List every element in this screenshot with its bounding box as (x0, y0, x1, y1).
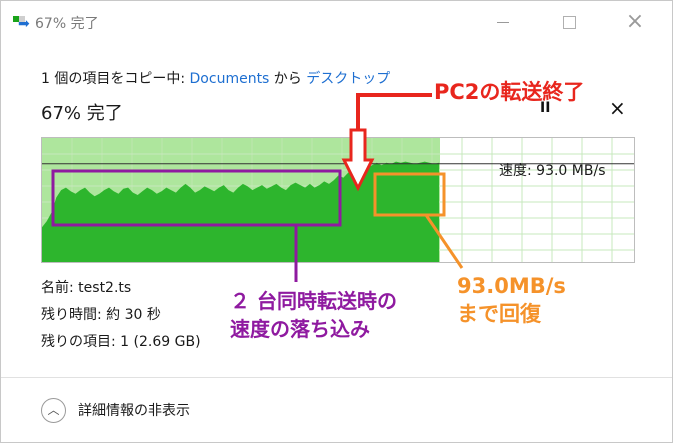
time-remaining-label: 残り時間: (41, 307, 107, 323)
items-remaining-label: 残りの項目: (41, 334, 121, 350)
file-name-label: 名前: (41, 280, 79, 296)
copy-description: 1 個の項目をコピー中: Documents から デスクトップ (41, 68, 390, 88)
minimize-button[interactable] (480, 5, 526, 39)
minimize-icon (497, 22, 509, 23)
title-bar[interactable]: ➡ 67% 完了 × (1, 1, 672, 43)
items-remaining-row: 残りの項目: 1 (2.69 GB) (41, 331, 201, 351)
destination-folder-link[interactable]: デスクトップ (306, 71, 390, 87)
window-title: 67% 完了 (35, 16, 99, 32)
maximize-button[interactable] (546, 5, 592, 39)
chevron-up-icon[interactable]: ︿ (41, 398, 66, 423)
speed-label: 速度: 93.0 MB/s (499, 163, 606, 179)
annotation-recovery-line1: 93.0MB/s (457, 274, 566, 298)
time-remaining-value: 約 30 秒 (106, 307, 161, 323)
speed-chart (41, 137, 635, 263)
source-folder-link[interactable]: Documents (190, 71, 270, 87)
annotation-slowdown-line1: ２ 台同時転送時の (230, 289, 397, 313)
annotation-recovery-line2: まで回復 (457, 302, 541, 326)
annotation-pc2-end: PC2の転送終了 (434, 80, 585, 104)
copy-progress-window: ➡ 67% 完了 × 1 個の項目をコピー中: Documents から デスク… (0, 0, 673, 443)
toggle-details-link[interactable]: 詳細情報の非表示 (78, 400, 190, 420)
copy-prefix: 1 個の項目をコピー中: (41, 71, 190, 87)
annotation-slowdown: ２ 台同時転送時の 速度の落ち込み (230, 287, 397, 343)
file-copy-icon: ➡ (13, 14, 31, 31)
items-remaining-value: 1 (2.69 GB) (120, 334, 201, 350)
progress-percent: 67% 完了 (41, 103, 123, 124)
file-name-value: test2.ts (78, 280, 132, 296)
annotation-slowdown-line2: 速度の落ち込み (230, 317, 370, 341)
cancel-button[interactable]: × (609, 96, 626, 120)
time-remaining-row: 残り時間: 約 30 秒 (41, 304, 161, 324)
annotation-recovery: 93.0MB/s まで回復 (457, 272, 566, 328)
copy-mid: から (269, 71, 307, 87)
close-button[interactable]: × (612, 5, 658, 39)
maximize-icon (562, 16, 576, 29)
file-name-row: 名前: test2.ts (41, 277, 131, 297)
speed-chart-svg (42, 138, 634, 262)
